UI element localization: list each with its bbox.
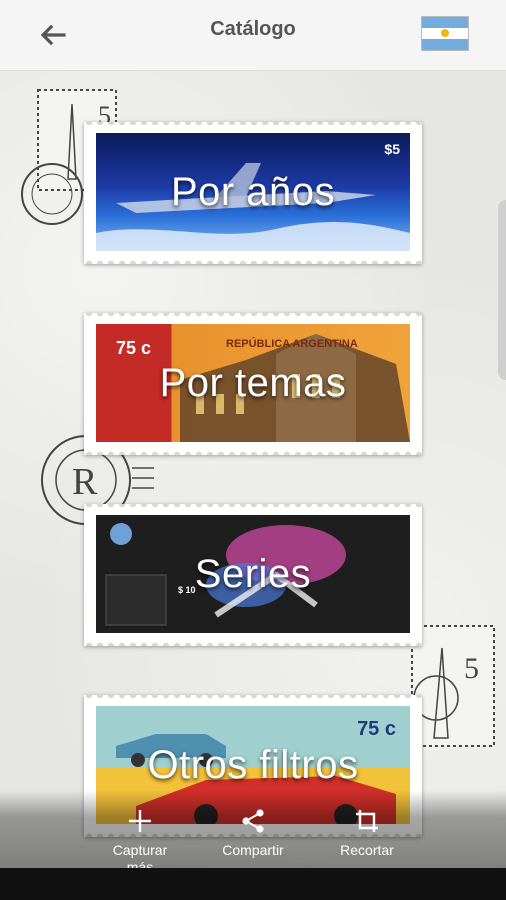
category-por-temas-button[interactable]: 75 c REPÚBLICA ARGENTINA Por temas: [84, 313, 422, 455]
stamp-image-airplane: $5 REPÚBLICA ARGENTINA Por años: [96, 133, 410, 251]
side-panel-handle[interactable]: [498, 200, 506, 380]
crop-label: Recortar: [340, 842, 394, 858]
category-series-button[interactable]: $ 10 Series: [84, 504, 422, 646]
share-label: Compartir: [222, 842, 284, 858]
svg-text:R: R: [72, 461, 98, 503]
category-label: Por temas: [159, 360, 347, 405]
app-bar: Catálogo: [0, 0, 506, 71]
argentina-flag-icon[interactable]: [421, 16, 469, 51]
crop-icon: [356, 810, 378, 832]
category-label: Por años: [170, 169, 336, 214]
share-button[interactable]: Compartir: [198, 808, 308, 859]
system-nav-bar: [0, 868, 506, 900]
stamp-image-building: 75 c REPÚBLICA ARGENTINA Por temas: [96, 324, 410, 442]
stamp-image-dancer: $ 10 Series: [96, 515, 410, 633]
plus-icon: [129, 810, 151, 832]
capture-more-button[interactable]: Capturar más: [85, 808, 195, 876]
category-label: Series: [194, 551, 312, 596]
crop-button[interactable]: Recortar: [312, 808, 422, 859]
svg-text:5: 5: [464, 652, 479, 685]
category-por-anos-button[interactable]: $5 REPÚBLICA ARGENTINA Por años: [84, 122, 422, 264]
share-icon: [242, 809, 264, 833]
